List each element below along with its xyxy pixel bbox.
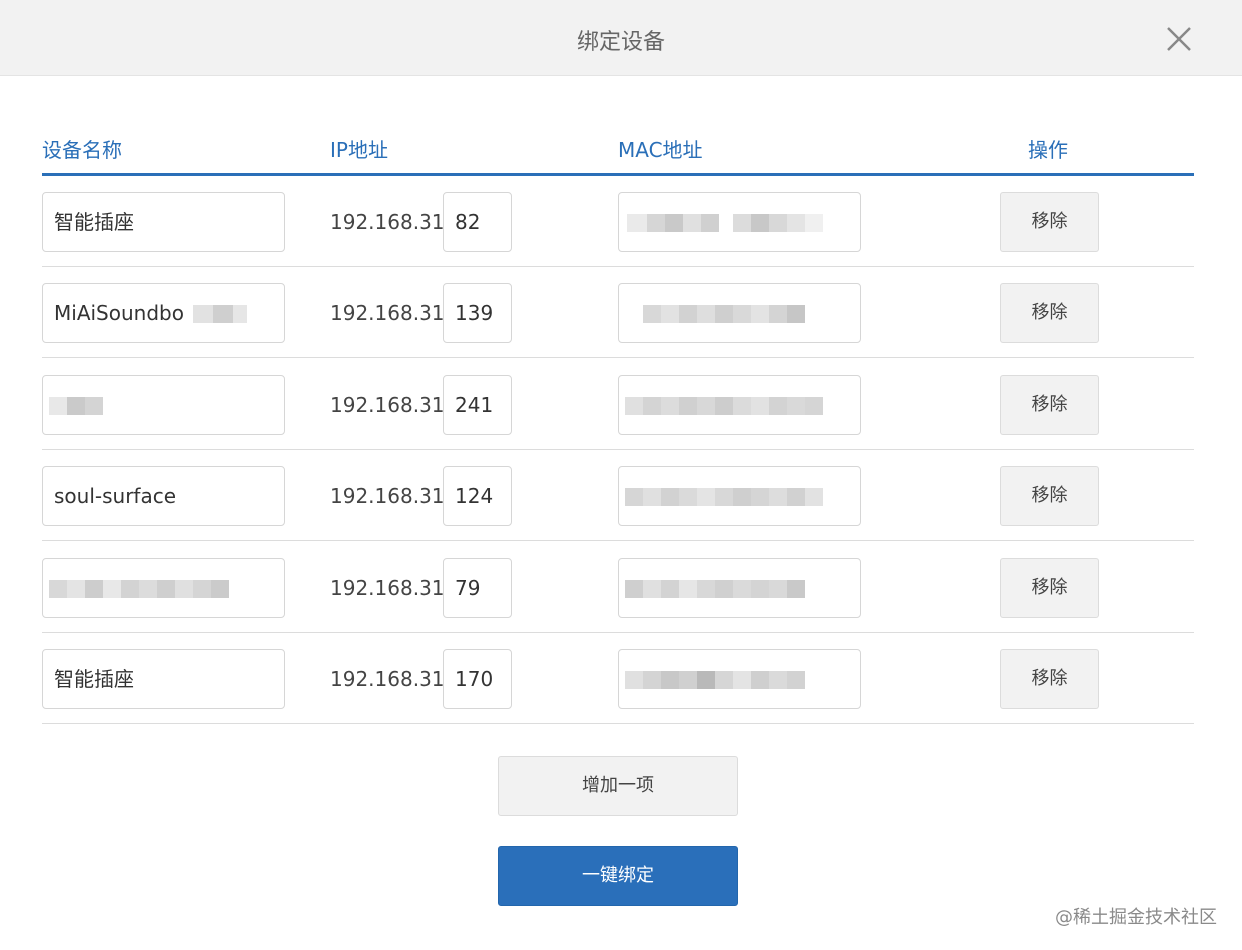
column-header-ip: IP地址 xyxy=(330,138,388,162)
name-blur xyxy=(49,397,67,415)
remove-button[interactable]: 移除 xyxy=(1000,192,1099,252)
remove-button[interactable]: 移除 xyxy=(1000,649,1099,709)
close-icon[interactable] xyxy=(1160,20,1198,58)
remove-button[interactable]: 移除 xyxy=(1000,283,1099,343)
bind-device-dialog: 绑定设备 设备名称 IP地址 MAC地址 操作 智能插座 192.168.31.… xyxy=(0,0,1242,950)
ip-prefix: 192.168.31. xyxy=(330,301,451,325)
table-header: 设备名称 IP地址 MAC地址 操作 xyxy=(42,130,1194,176)
device-name-input[interactable] xyxy=(42,375,285,435)
table-row: soul-surface 192.168.31. 124 移除 xyxy=(42,450,1194,541)
watermark: @稀土掘金技术社区 xyxy=(1055,907,1217,928)
device-name-text: MiAiSoundbo xyxy=(54,301,184,325)
ip-last-octet-input[interactable]: 139 xyxy=(443,283,512,343)
ip-prefix: 192.168.31. xyxy=(330,576,451,600)
dialog-title: 绑定设备 xyxy=(576,30,665,55)
device-name-input[interactable]: 智能插座 xyxy=(42,649,285,709)
bind-all-button[interactable]: 一键绑定 xyxy=(498,846,738,906)
ip-last-octet-input[interactable]: 124 xyxy=(443,466,512,526)
add-item-button[interactable]: 增加一项 xyxy=(498,756,738,816)
table-row: 192.168.31. 79 移除 xyxy=(42,542,1194,633)
ip-last-octet-input[interactable]: 79 xyxy=(443,558,512,618)
remove-button[interactable]: 移除 xyxy=(1000,375,1099,435)
ip-prefix: 192.168.31. xyxy=(330,393,451,417)
device-name-input[interactable]: MiAiSoundbo xyxy=(42,283,285,343)
mac-address-input[interactable] xyxy=(618,192,861,252)
ip-last-octet-input[interactable]: 170 xyxy=(443,649,512,709)
mac-address-input[interactable] xyxy=(618,558,861,618)
ip-prefix: 192.168.31. xyxy=(330,667,451,691)
name-blur xyxy=(193,305,213,323)
ip-last-octet-input[interactable]: 241 xyxy=(443,375,512,435)
mac-address-input[interactable] xyxy=(618,375,861,435)
mac-address-input[interactable] xyxy=(618,466,861,526)
table-row: 智能插座 192.168.31. 170 移除 xyxy=(42,633,1194,724)
ip-prefix: 192.168.31. xyxy=(330,210,451,234)
remove-button[interactable]: 移除 xyxy=(1000,466,1099,526)
column-header-mac: MAC地址 xyxy=(618,138,703,162)
device-name-input[interactable]: 智能插座 xyxy=(42,192,285,252)
table-row: MiAiSoundbo 192.168.31. 139 移除 xyxy=(42,267,1194,358)
name-blur xyxy=(49,580,67,598)
table-row: 192.168.31. 241 移除 xyxy=(42,359,1194,450)
device-name-input[interactable]: soul-surface xyxy=(42,466,285,526)
device-name-input[interactable] xyxy=(42,558,285,618)
column-header-action: 操作 xyxy=(1028,138,1068,162)
ip-prefix: 192.168.31. xyxy=(330,484,451,508)
column-header-name: 设备名称 xyxy=(42,138,122,162)
table-row: 智能插座 192.168.31. 82 移除 xyxy=(42,176,1194,267)
ip-last-octet-input[interactable]: 82 xyxy=(443,192,512,252)
dialog-header: 绑定设备 xyxy=(0,0,1242,76)
remove-button[interactable]: 移除 xyxy=(1000,558,1099,618)
mac-address-input[interactable] xyxy=(618,283,861,343)
mac-address-input[interactable] xyxy=(618,649,861,709)
